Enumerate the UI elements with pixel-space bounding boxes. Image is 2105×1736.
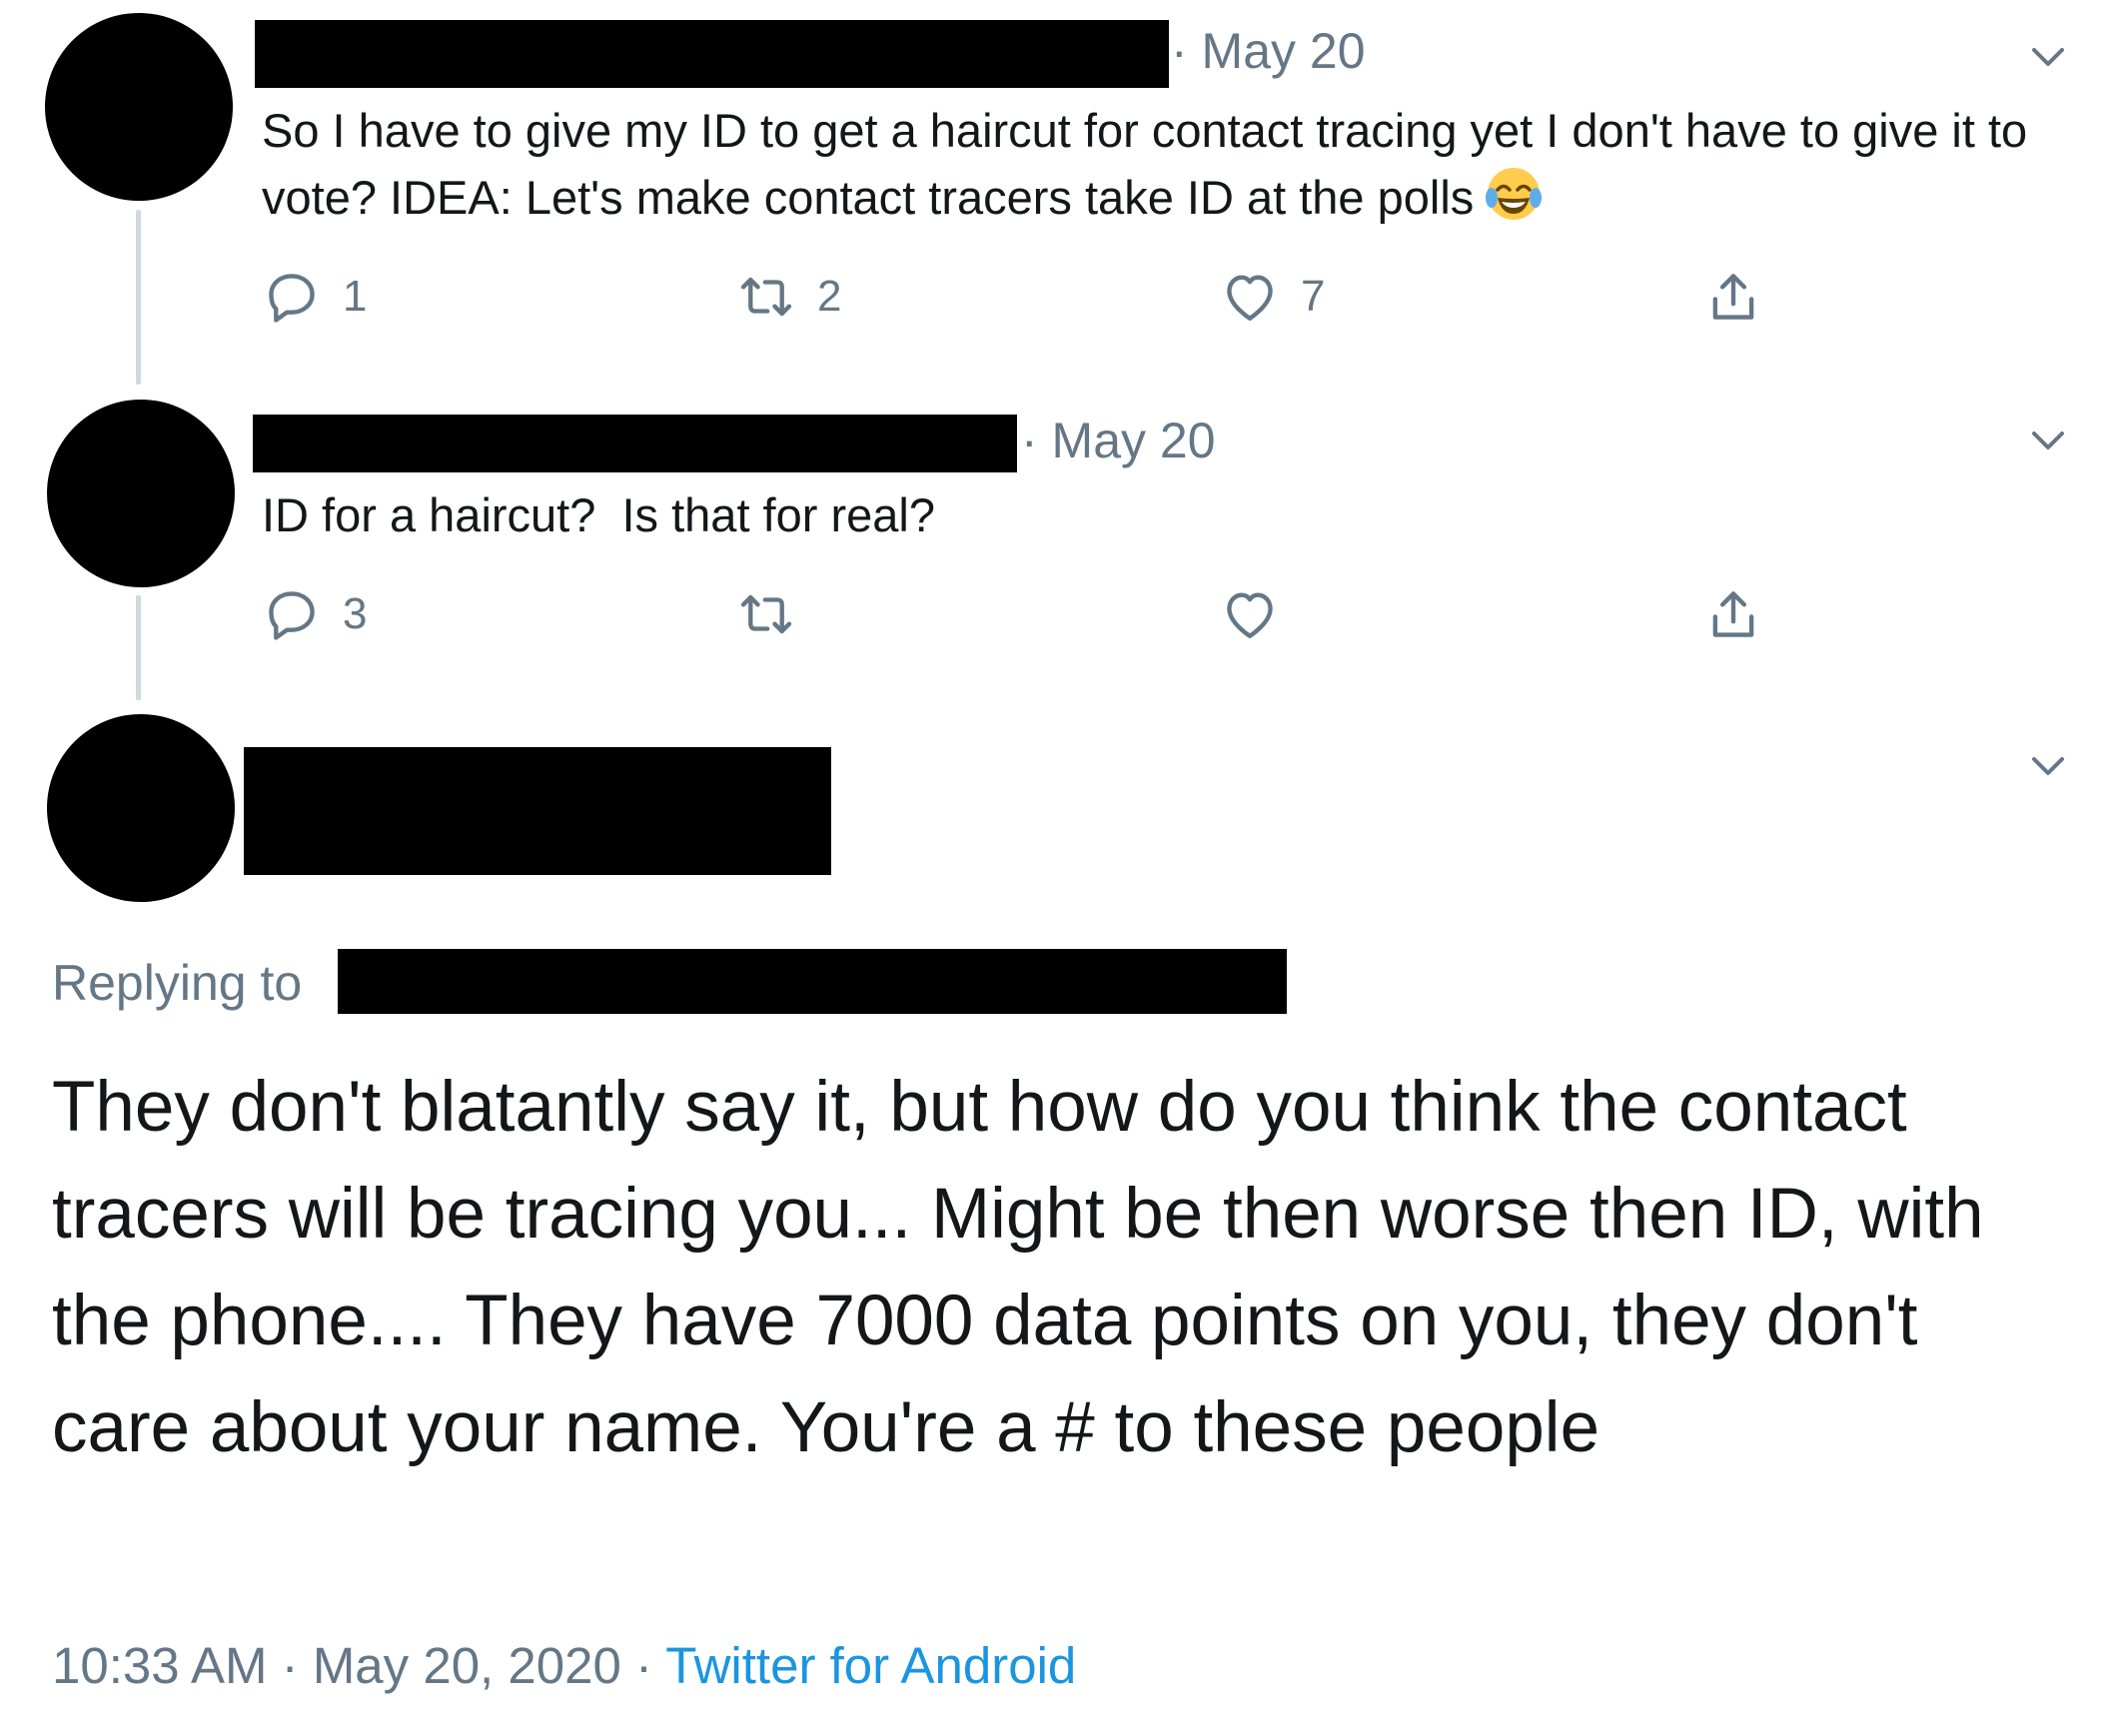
retweet-button[interactable]: 2 xyxy=(737,262,841,332)
heart-icon xyxy=(1227,592,1273,638)
tweet-date[interactable]: · May 20 xyxy=(1021,412,1216,469)
retweet-count: 2 xyxy=(817,272,842,321)
retweet-icon xyxy=(740,277,792,317)
tweet-date-text: May 20 xyxy=(1051,413,1216,468)
main-tweet-text: They don't blatantly say it, but how do … xyxy=(52,1068,1984,1467)
avatar[interactable] xyxy=(47,400,235,587)
avatar[interactable] xyxy=(45,13,233,201)
date-separator: · xyxy=(1021,413,1052,468)
date-separator: · xyxy=(1171,23,1202,79)
tweet-full-date[interactable]: May 20, 2020 xyxy=(313,1637,621,1694)
tweet-metadata: 10:33 AM · May 20, 2020 · Twitter for An… xyxy=(52,1636,1076,1695)
reply-icon xyxy=(269,591,315,640)
redacted-username xyxy=(255,20,1169,88)
face-with-tears-of-joy-icon xyxy=(1486,168,1543,220)
thread-line xyxy=(136,595,141,700)
meta-separator: · xyxy=(635,1637,653,1694)
redacted-username xyxy=(253,415,1017,472)
reply-button[interactable]: 3 xyxy=(263,579,367,649)
redacted-reply-handle[interactable] xyxy=(338,949,1287,1014)
tweet-time[interactable]: 10:33 AM xyxy=(52,1637,267,1694)
chevron-down-icon[interactable] xyxy=(2028,38,2068,78)
tweet-date[interactable]: · May 20 xyxy=(1171,22,1366,80)
retweet-button[interactable] xyxy=(737,579,795,649)
meta-separator: · xyxy=(281,1637,299,1694)
like-button[interactable]: 7 xyxy=(1221,262,1325,332)
redacted-username xyxy=(244,747,831,875)
heart-icon xyxy=(1227,275,1273,321)
like-count: 7 xyxy=(1301,272,1326,321)
tweet-source-link[interactable]: Twitter for Android xyxy=(665,1637,1076,1694)
share-icon xyxy=(1712,591,1754,637)
replying-to-label: Replying to xyxy=(52,955,303,1011)
like-button[interactable] xyxy=(1221,579,1279,649)
chevron-down-icon[interactable] xyxy=(2028,422,2068,461)
reply-count: 3 xyxy=(343,589,368,638)
retweet-icon xyxy=(740,594,792,634)
avatar[interactable] xyxy=(47,714,235,902)
reply-icon xyxy=(269,274,315,323)
share-button[interactable] xyxy=(1704,262,1762,332)
thread-line xyxy=(136,210,141,385)
chevron-down-icon[interactable] xyxy=(2028,747,2068,787)
reply-count: 1 xyxy=(343,272,368,321)
share-button[interactable] xyxy=(1704,579,1762,649)
reply-button[interactable]: 1 xyxy=(263,262,367,332)
tweet-date-text: May 20 xyxy=(1201,23,1366,79)
share-icon xyxy=(1712,274,1754,320)
tweet-text: So I have to give my ID to get a haircut… xyxy=(262,104,2028,224)
tweet-text: ID for a haircut? Is that for real? xyxy=(262,488,935,541)
